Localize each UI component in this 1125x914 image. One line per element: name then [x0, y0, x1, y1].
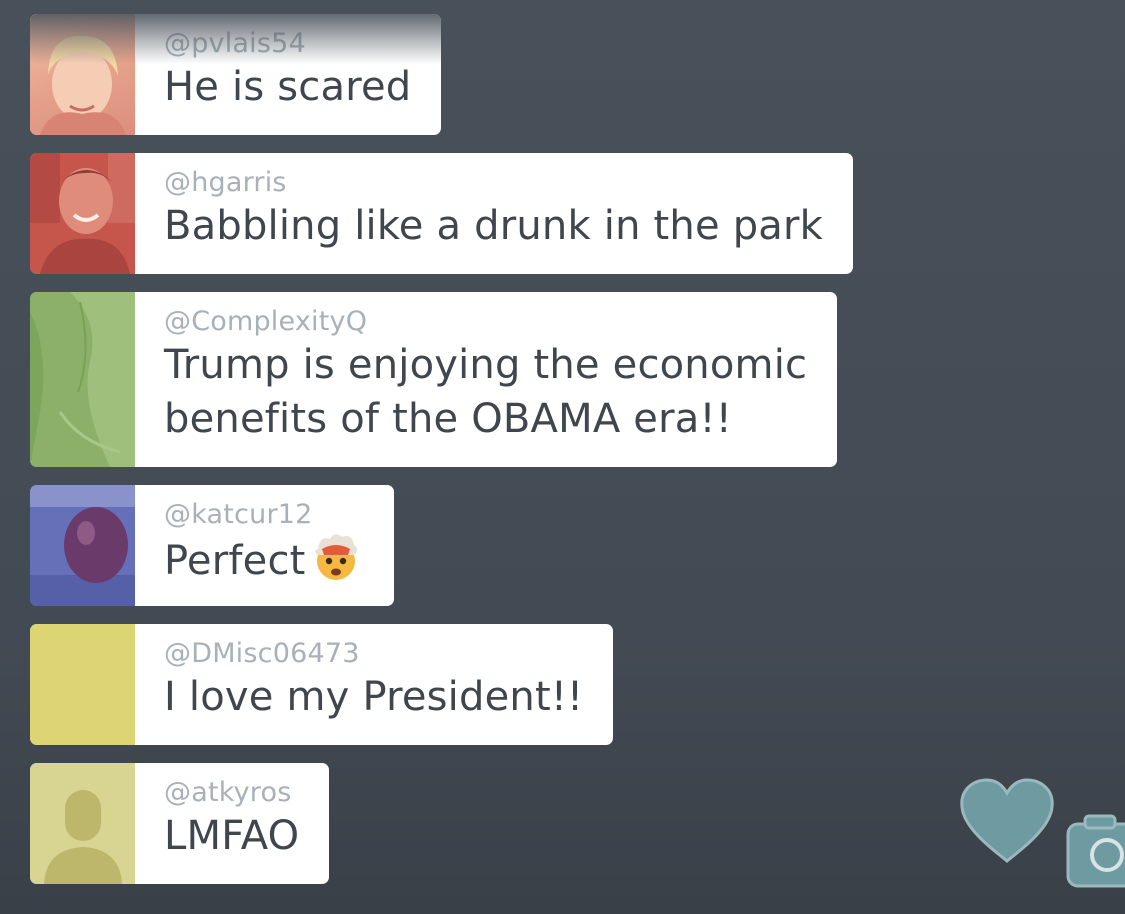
username[interactable]: @pvlais54 [164, 28, 411, 60]
comment-card[interactable]: @atkyros LMFAO [30, 763, 330, 884]
avatar[interactable] [30, 292, 135, 467]
username[interactable]: @ComplexityQ [164, 306, 807, 338]
camera-icon[interactable] [1065, 812, 1125, 890]
message-row: Perfect [164, 531, 364, 595]
exploding-head-icon [308, 531, 364, 595]
heart-icon[interactable] [958, 777, 1056, 865]
avatar[interactable] [30, 153, 135, 274]
username[interactable]: @DMisc06473 [164, 638, 583, 670]
avatar-photo [30, 292, 135, 467]
avatar[interactable] [30, 14, 135, 135]
comment-card[interactable]: @pvlais54 He is scared [30, 14, 442, 135]
comment-body: @katcur12 Perfect [135, 485, 394, 606]
comment-body: @pvlais54 He is scared [135, 14, 441, 135]
comment-card[interactable]: @katcur12 Perfect [30, 485, 394, 606]
default-person-icon [30, 763, 135, 884]
avatar[interactable] [30, 485, 135, 606]
message-text: benefits of the OBAMA era!! [164, 396, 732, 442]
comment-body: @DMisc06473 I love my President!! [135, 624, 613, 745]
message-text: LMFAO [164, 813, 300, 859]
avatar-photo [30, 153, 135, 274]
username[interactable]: @atkyros [164, 777, 299, 809]
message-text: He is scared [164, 64, 412, 110]
message-text: Babbling like a drunk in the park [164, 203, 824, 249]
username[interactable]: @katcur12 [164, 499, 364, 531]
comment-card[interactable]: @DMisc06473 I love my President!! [30, 624, 614, 745]
comment-body: @hgarris Babbling like a drunk in the pa… [135, 153, 853, 274]
avatar-photo [40, 35, 126, 135]
message-text: Perfect [164, 538, 306, 584]
avatar-photo [30, 485, 135, 606]
message-text: I love my President!! [164, 674, 584, 720]
avatar[interactable] [30, 763, 135, 884]
comment-card[interactable]: @hgarris Babbling like a drunk in the pa… [30, 153, 854, 274]
message-text: Trump is enjoying the economic [164, 342, 808, 388]
comment-card[interactable]: @ComplexityQ Trump is enjoying the econo… [30, 292, 838, 467]
avatar[interactable] [30, 624, 135, 745]
username[interactable]: @hgarris [164, 167, 823, 199]
comment-body: @ComplexityQ Trump is enjoying the econo… [135, 292, 837, 467]
comment-body: @atkyros LMFAO [135, 763, 329, 884]
